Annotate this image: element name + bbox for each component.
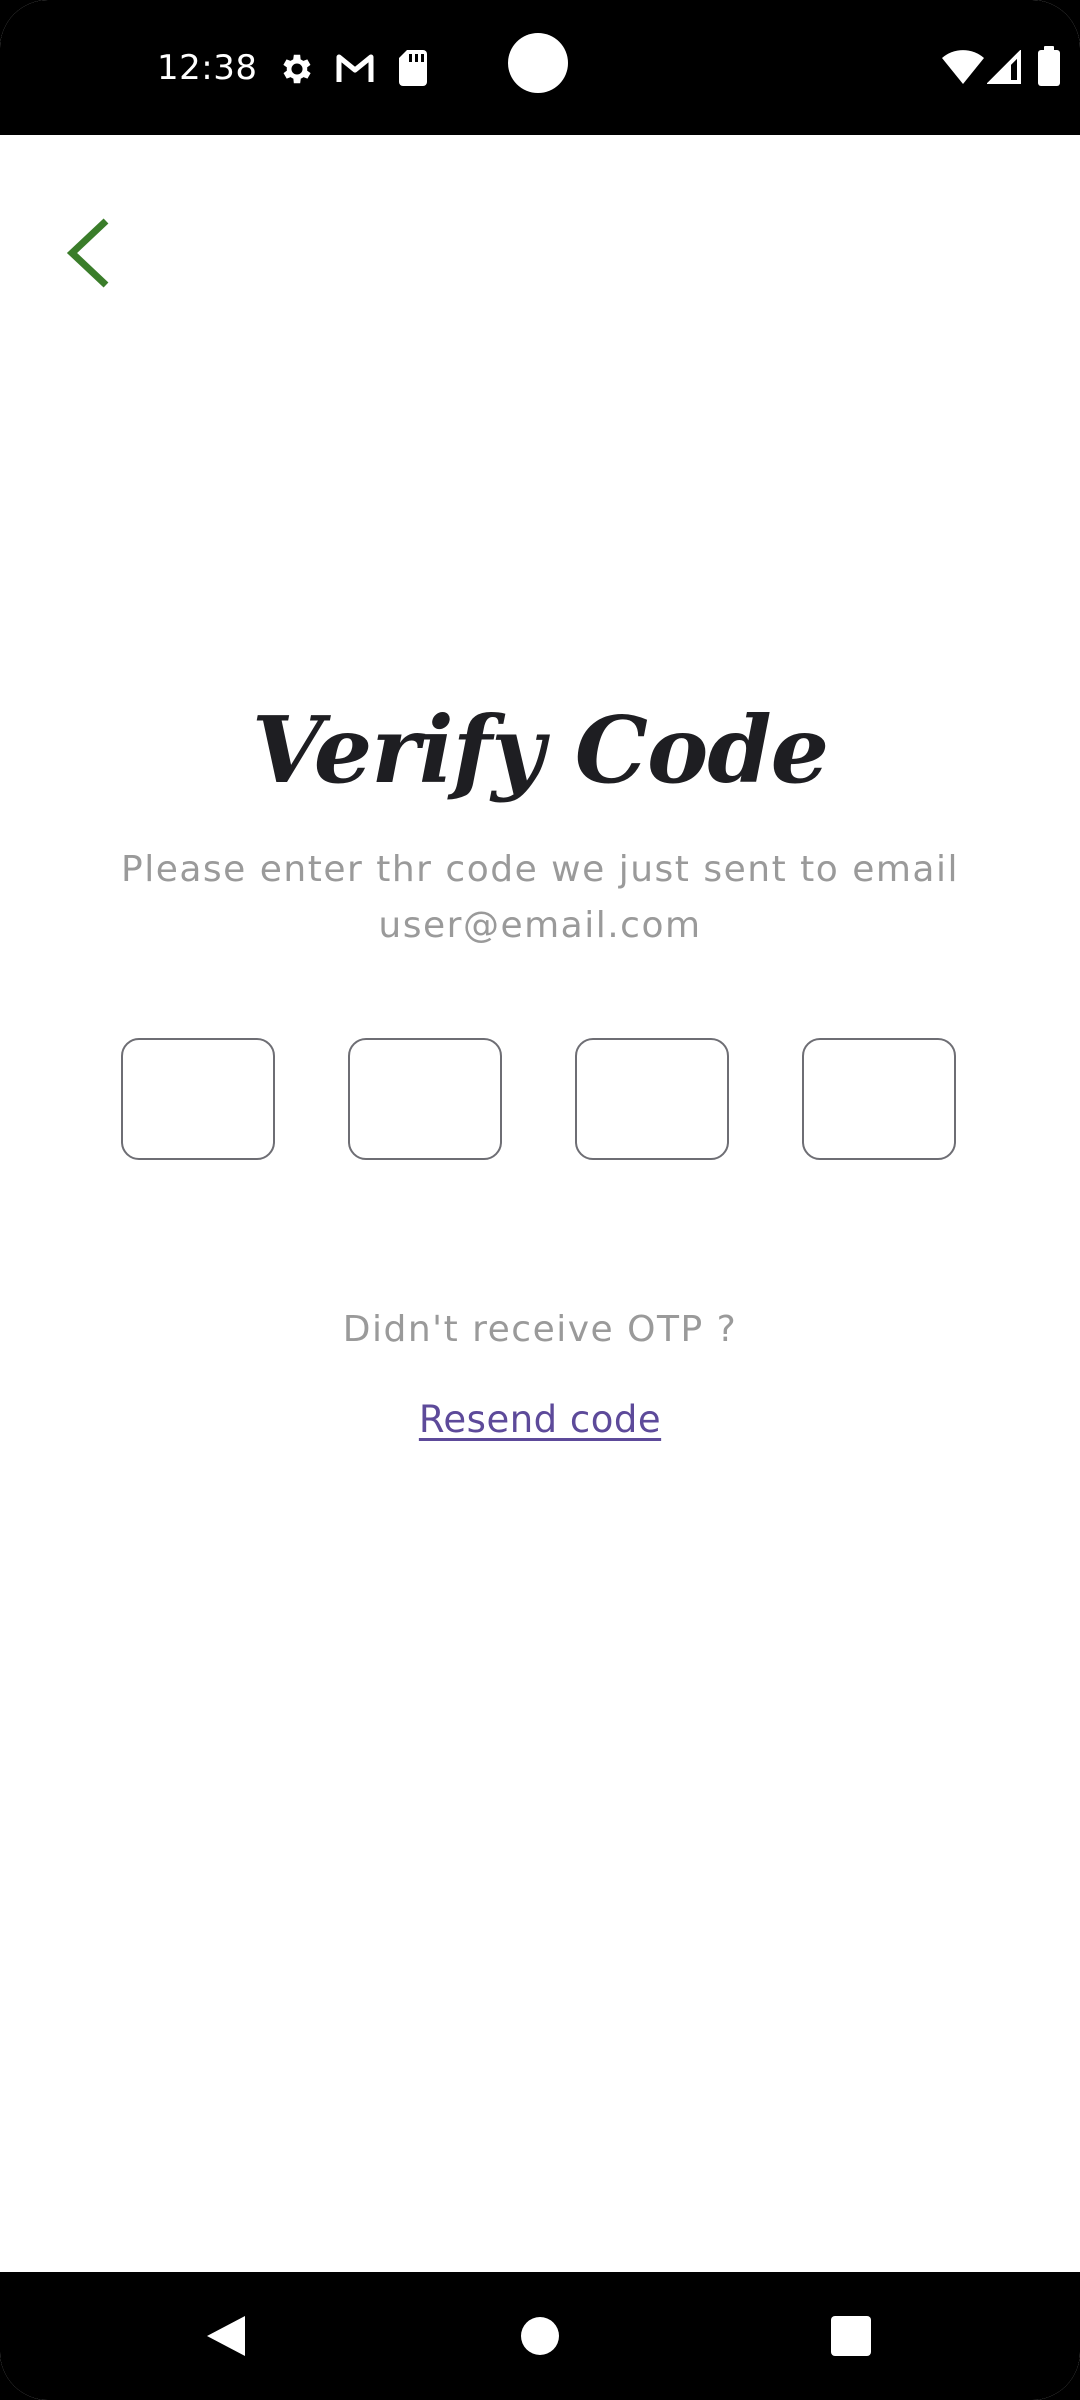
- wifi-icon: [942, 50, 984, 84]
- home-circle-icon[interactable]: [500, 2296, 580, 2376]
- sd-card-icon: [399, 50, 427, 86]
- gmail-icon: [336, 54, 374, 82]
- settings-icon: [283, 54, 311, 84]
- resend-code-link[interactable]: Resend code: [0, 1390, 1080, 1450]
- recents-square-icon[interactable]: [811, 2296, 891, 2376]
- status-time: 12:38: [157, 48, 258, 88]
- instruction-line: Please enter thr code we just sent to em…: [121, 849, 959, 890]
- otp-digit-1-input[interactable]: [121, 1038, 275, 1160]
- navigation-bar: [0, 2272, 1080, 2400]
- verify-code-screen: 12:38 Verify Code Please enter thr code …: [0, 0, 1080, 2400]
- otp-input-row: [121, 1038, 959, 1164]
- no-otp-text: Didn't receive OTP ?: [342, 1309, 738, 1350]
- page-title: Verify Code: [251, 696, 829, 804]
- instruction-text: Please enter thr code we just sent to em…: [90, 842, 990, 954]
- otp-digit-2-input[interactable]: [348, 1038, 502, 1160]
- signal-icon: [987, 50, 1021, 84]
- otp-digit-3-input[interactable]: [575, 1038, 729, 1160]
- back-triangle-icon[interactable]: [185, 2296, 265, 2376]
- camera-cutout: [508, 33, 568, 93]
- status-bar: 12:38: [0, 0, 1080, 135]
- back-chevron-icon[interactable]: [52, 205, 132, 295]
- email-address: user@email.com: [378, 905, 702, 946]
- battery-icon: [1038, 46, 1060, 86]
- otp-digit-4-input[interactable]: [802, 1038, 956, 1160]
